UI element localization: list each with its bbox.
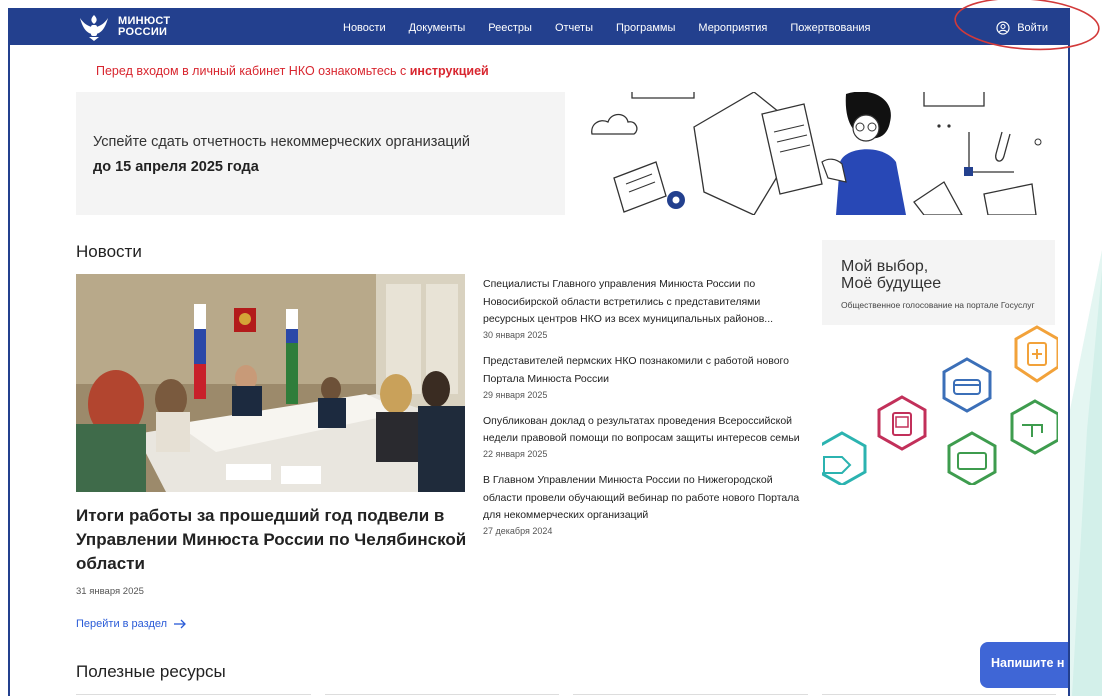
main-news-date: 31 января 2025 bbox=[76, 586, 144, 597]
promo-title-line1: Мой выбор, bbox=[841, 258, 929, 275]
promo-hexagon-icons bbox=[822, 325, 1058, 485]
instruction-link[interactable]: инструкцией bbox=[410, 64, 489, 78]
news-item-title: В Главном Управлении Минюста России по Н… bbox=[483, 473, 800, 522]
news-item-title: Специалисты Главного управления Минюста … bbox=[483, 278, 774, 326]
news-main-photo[interactable] bbox=[76, 274, 465, 492]
news-item-title: Представителей пермских НКО познакомили … bbox=[483, 355, 789, 385]
logo-line2: РОССИИ bbox=[118, 26, 168, 38]
site-logo[interactable]: МИНЮСТ РОССИИ bbox=[76, 12, 170, 42]
nav-item-documents[interactable]: Документы bbox=[409, 22, 466, 34]
banner-deadline: до 15 апреля 2025 года bbox=[93, 159, 259, 175]
news-item-title: Опубликован доклад о результатах проведе… bbox=[483, 414, 800, 445]
nav-item-registries[interactable]: Реестры bbox=[488, 22, 532, 34]
news-item-date: 27 декабря 2024 bbox=[483, 526, 553, 537]
list-item[interactable]: Представителей пермских НКО познакомили … bbox=[483, 353, 808, 399]
nav-item-donations[interactable]: Пожертвования bbox=[790, 22, 870, 34]
news-item-date: 30 января 2025 bbox=[483, 330, 548, 341]
nav-item-programs[interactable]: Программы bbox=[616, 22, 675, 34]
list-item[interactable]: Опубликован доклад о результатах проведе… bbox=[483, 413, 808, 459]
notice-text: Перед входом в личный кабинет НКО ознако… bbox=[96, 64, 410, 78]
site-header: МИНЮСТ РОССИИ Новости Документы Реестры … bbox=[10, 10, 1068, 45]
news-section-link[interactable]: Перейти в раздел bbox=[76, 618, 186, 630]
documents-illustration bbox=[591, 92, 1042, 215]
section-link-label: Перейти в раздел bbox=[76, 618, 168, 630]
news-list: Специалисты Главного управления Минюста … bbox=[483, 276, 808, 549]
news-heading: Новости bbox=[76, 242, 142, 261]
login-notice: Перед входом в личный кабинет НКО ознако… bbox=[96, 64, 489, 78]
promo-title-line2: Моё будущее bbox=[841, 275, 942, 292]
nav-item-news[interactable]: Новости bbox=[343, 22, 386, 34]
promo-subtitle: Общественное голосование на портале Госу… bbox=[841, 300, 1035, 310]
nav-item-events[interactable]: Мероприятия bbox=[698, 22, 767, 34]
banner-text: Успейте сдать отчетность некоммерческих … bbox=[93, 134, 470, 150]
report-deadline-banner[interactable]: Успейте сдать отчетность некоммерческих … bbox=[76, 92, 565, 215]
resources-heading: Полезные ресурсы bbox=[76, 662, 226, 681]
main-news-title[interactable]: Итоги работы за прошедший год подвели в … bbox=[76, 504, 471, 576]
nav-item-reports[interactable]: Отчеты bbox=[555, 22, 593, 34]
main-nav: Новости Документы Реестры Отчеты Програм… bbox=[343, 10, 894, 45]
list-item[interactable]: Специалисты Главного управления Минюста … bbox=[483, 276, 808, 340]
eagle-emblem-icon bbox=[80, 15, 108, 41]
annotation-circle bbox=[954, 0, 1100, 51]
arrow-right-icon bbox=[174, 619, 186, 629]
browser-page: МИНЮСТ РОССИИ Новости Документы Реестры … bbox=[8, 8, 1070, 696]
vote-promo-banner[interactable]: Мой выбор, Моё будущее Общественное голо… bbox=[822, 240, 1055, 325]
list-item[interactable]: В Главном Управлении Минюста России по Н… bbox=[483, 472, 808, 536]
news-item-date: 22 января 2025 bbox=[483, 448, 548, 459]
chat-widget-button[interactable]: Напишите н bbox=[980, 642, 1068, 688]
news-item-date: 29 января 2025 bbox=[483, 389, 548, 400]
